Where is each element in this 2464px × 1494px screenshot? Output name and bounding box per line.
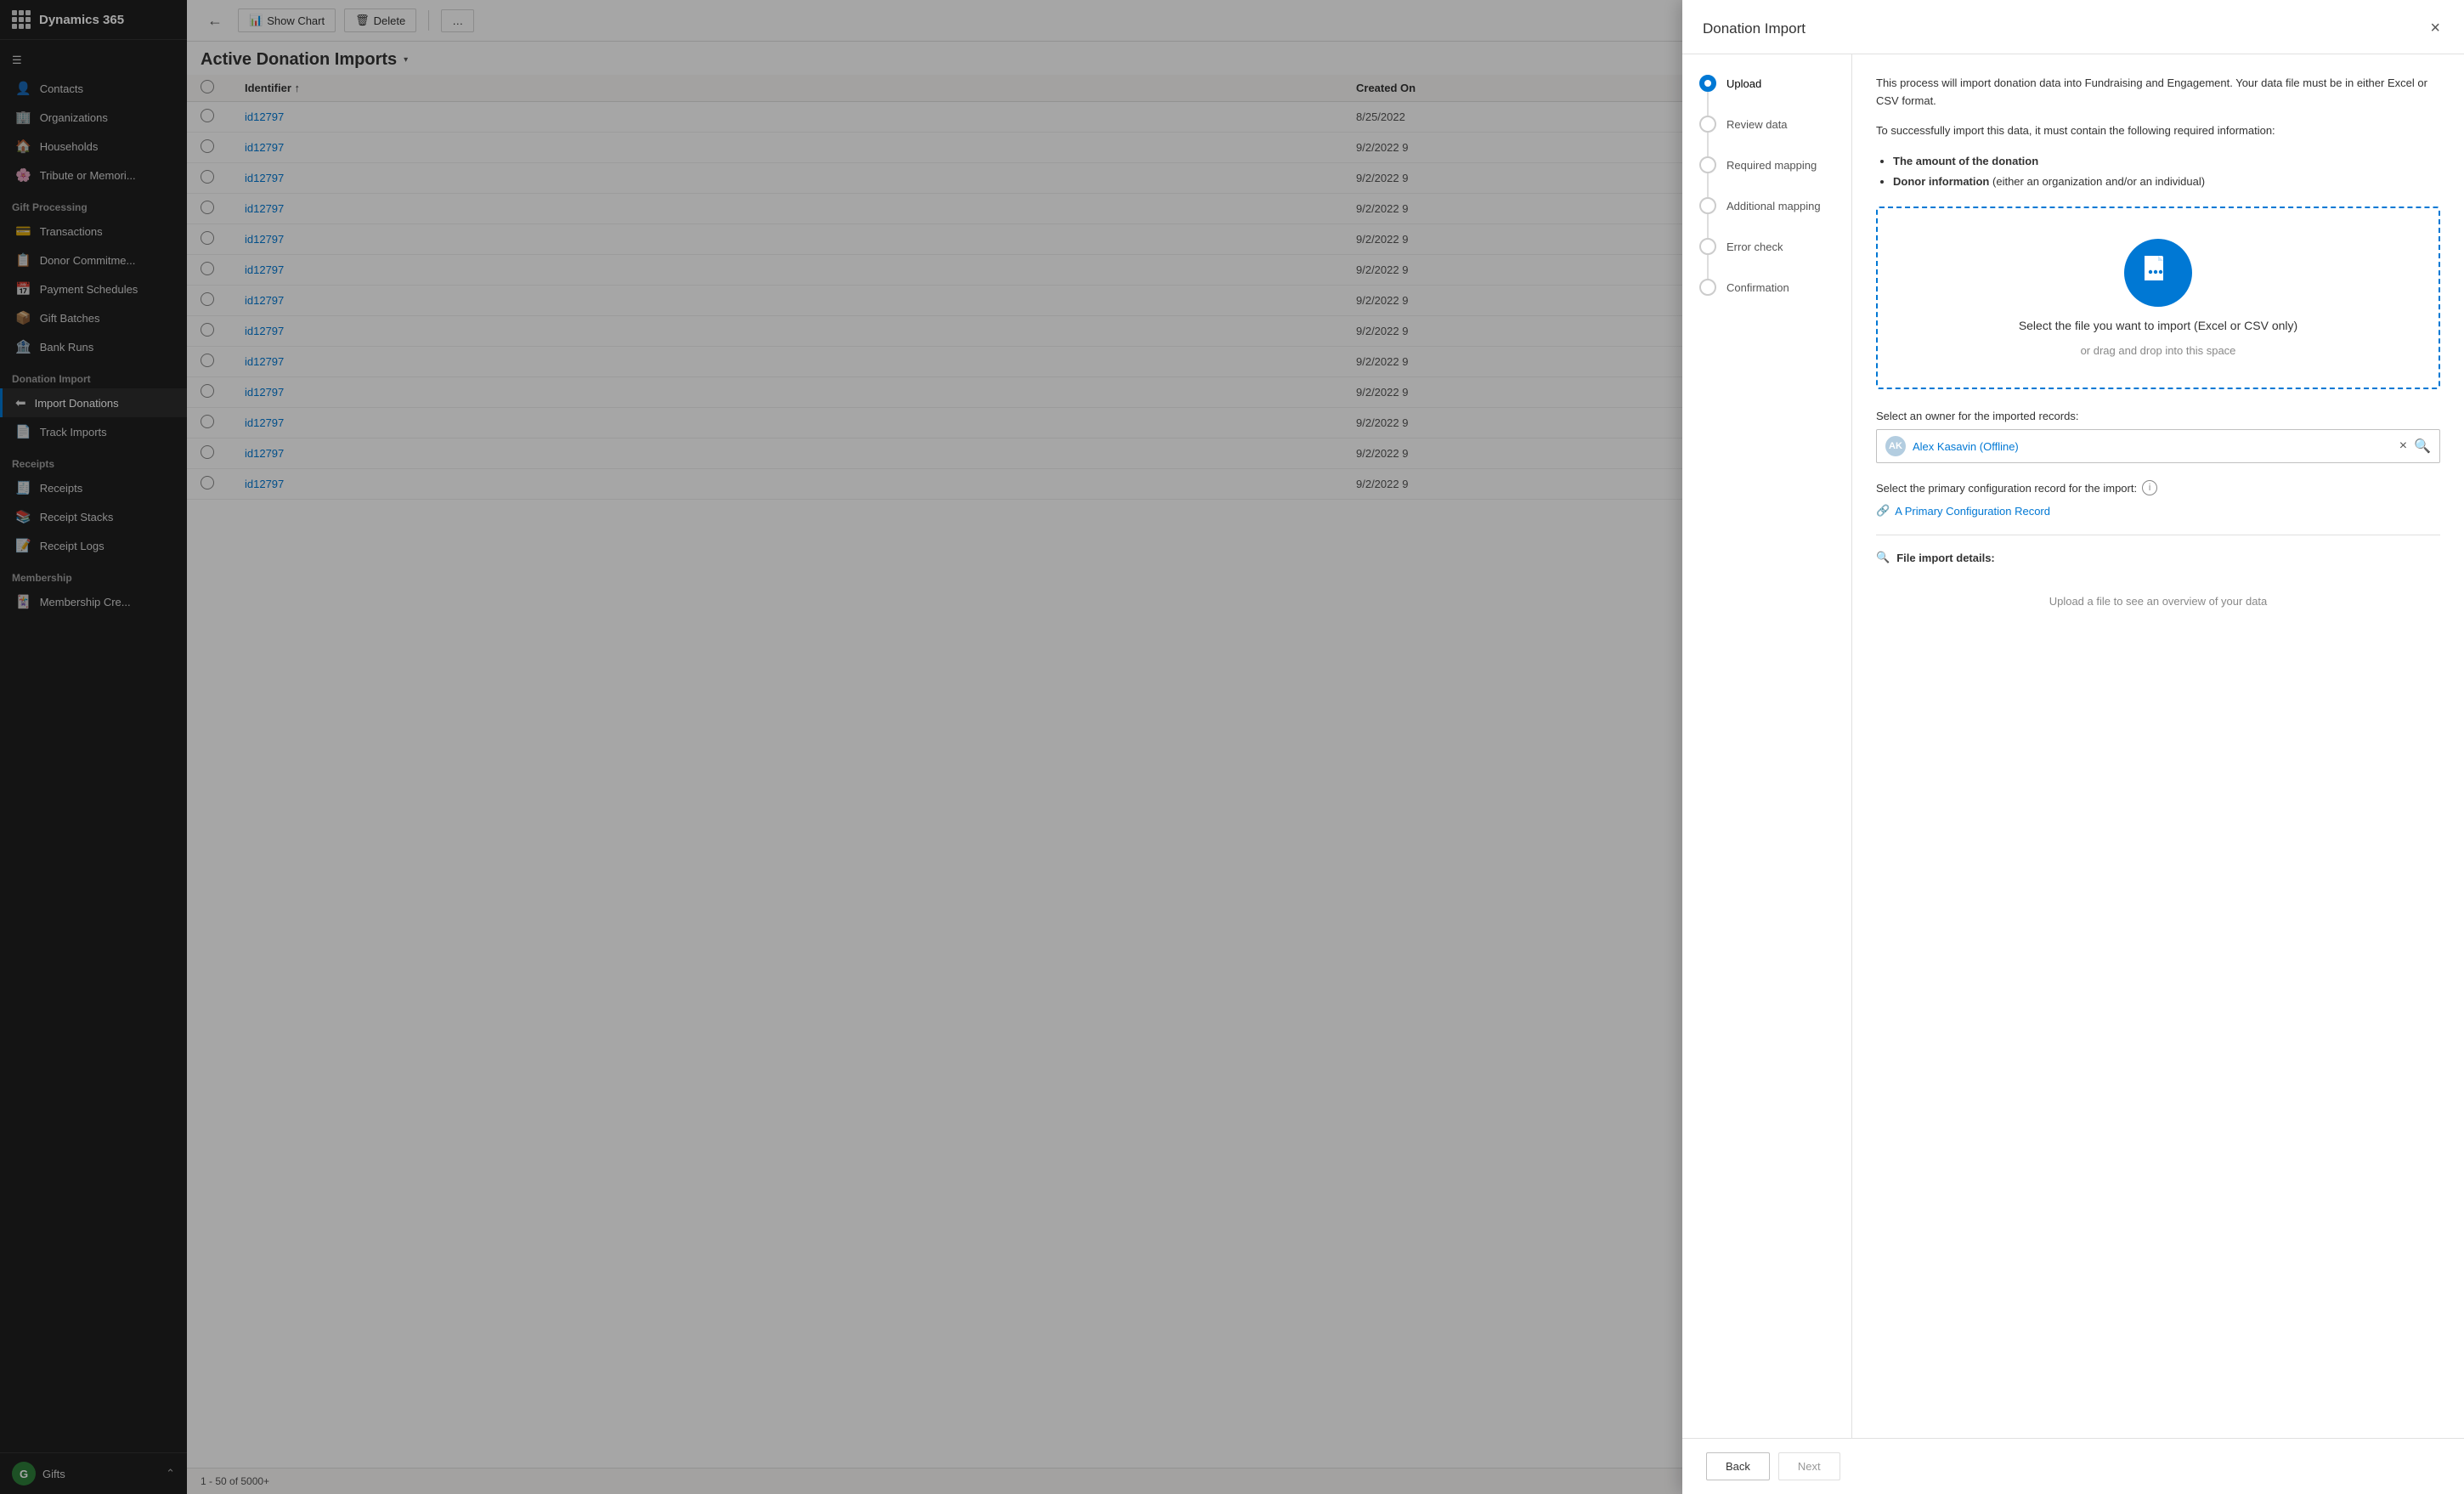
modal-title: Donation Import <box>1703 20 1806 37</box>
intro-text: This process will import donation data i… <box>1876 75 2440 110</box>
modal-body: Upload Review data Required mapping Addi… <box>1682 54 2464 1438</box>
required-item-2-bold: Donor information <box>1893 175 1989 188</box>
step-connector-5 <box>1707 255 1709 279</box>
file-svg-icon <box>2139 253 2178 292</box>
owner-avatar: AK <box>1885 436 1906 456</box>
modal-close-button[interactable]: × <box>2427 15 2444 42</box>
step-circle-review <box>1699 116 1716 133</box>
file-drop-zone[interactable]: Select the file you want to import (Exce… <box>1876 207 2440 389</box>
info-icon: i <box>2142 480 2157 495</box>
owner-field: AK Alex Kasavin (Offline) × 🔍 <box>1876 429 2440 463</box>
required-list: The amount of the donation Donor informa… <box>1893 151 2440 191</box>
step-connector-1 <box>1707 92 1709 116</box>
owner-name: Alex Kasavin (Offline) <box>1913 440 2393 453</box>
modal-footer: Back Next <box>1682 1438 2464 1494</box>
drop-zone-main-text: Select the file you want to import (Exce… <box>2019 319 2297 332</box>
modal-header: Donation Import × <box>1682 0 2464 54</box>
step-label-required: Required mapping <box>1726 159 1817 172</box>
config-link-text: A Primary Configuration Record <box>1895 505 2050 518</box>
step-connector-2 <box>1707 133 1709 156</box>
step-label-additional: Additional mapping <box>1726 200 1821 212</box>
step-required: Required mapping <box>1699 156 1834 173</box>
steps-panel: Upload Review data Required mapping Addi… <box>1682 54 1852 1438</box>
config-link[interactable]: 🔗 A Primary Configuration Record <box>1876 504 2440 518</box>
step-circle-error <box>1699 238 1716 255</box>
required-item-1-text: The amount of the donation <box>1893 155 2038 167</box>
step-review: Review data <box>1699 116 1834 133</box>
step-additional: Additional mapping <box>1699 197 1834 214</box>
step-circle-required <box>1699 156 1716 173</box>
next-modal-button[interactable]: Next <box>1778 1452 1840 1480</box>
step-label-error: Error check <box>1726 241 1783 253</box>
step-upload: Upload <box>1699 75 1834 92</box>
step-error: Error check <box>1699 238 1834 255</box>
file-details-empty: Upload a file to see an overview of your… <box>1876 578 2440 625</box>
step-connector-3 <box>1707 173 1709 197</box>
file-details-title: File import details: <box>1896 552 1995 564</box>
step-circle-upload <box>1699 75 1716 92</box>
step-circle-additional <box>1699 197 1716 214</box>
config-label: Select the primary configuration record … <box>1876 480 2440 495</box>
step-connector-4 <box>1707 214 1709 238</box>
intro-required-header: To successfully import this data, it mus… <box>1876 122 2440 140</box>
drop-zone-sub-text: or drag and drop into this space <box>2081 344 2236 357</box>
step-circle-confirmation <box>1699 279 1716 296</box>
owner-search-button[interactable]: 🔍 <box>2414 438 2431 455</box>
owner-field-label: Select an owner for the imported records… <box>1876 410 2440 422</box>
config-link-icon: 🔗 <box>1876 504 1890 518</box>
file-details-search-icon: 🔍 <box>1876 551 1890 564</box>
drop-icon-circle <box>2124 239 2192 307</box>
file-details-header: 🔍 File import details: <box>1876 551 2440 564</box>
donation-import-modal: Donation Import × Upload Review data Req… <box>1682 0 2464 1494</box>
step-label-upload: Upload <box>1726 77 1761 90</box>
owner-clear-button[interactable]: × <box>2399 439 2407 454</box>
modal-overlay: Donation Import × Upload Review data Req… <box>0 0 2464 1494</box>
required-item-1: The amount of the donation <box>1893 151 2440 171</box>
required-item-2-rest: (either an organization and/or an indivi… <box>1992 175 2205 188</box>
required-item-2: Donor information (either an organizatio… <box>1893 172 2440 191</box>
back-modal-button[interactable]: Back <box>1706 1452 1770 1480</box>
step-confirmation: Confirmation <box>1699 279 1834 296</box>
step-label-review: Review data <box>1726 118 1788 131</box>
step-label-confirmation: Confirmation <box>1726 281 1789 294</box>
modal-content-area: This process will import donation data i… <box>1852 54 2464 1438</box>
